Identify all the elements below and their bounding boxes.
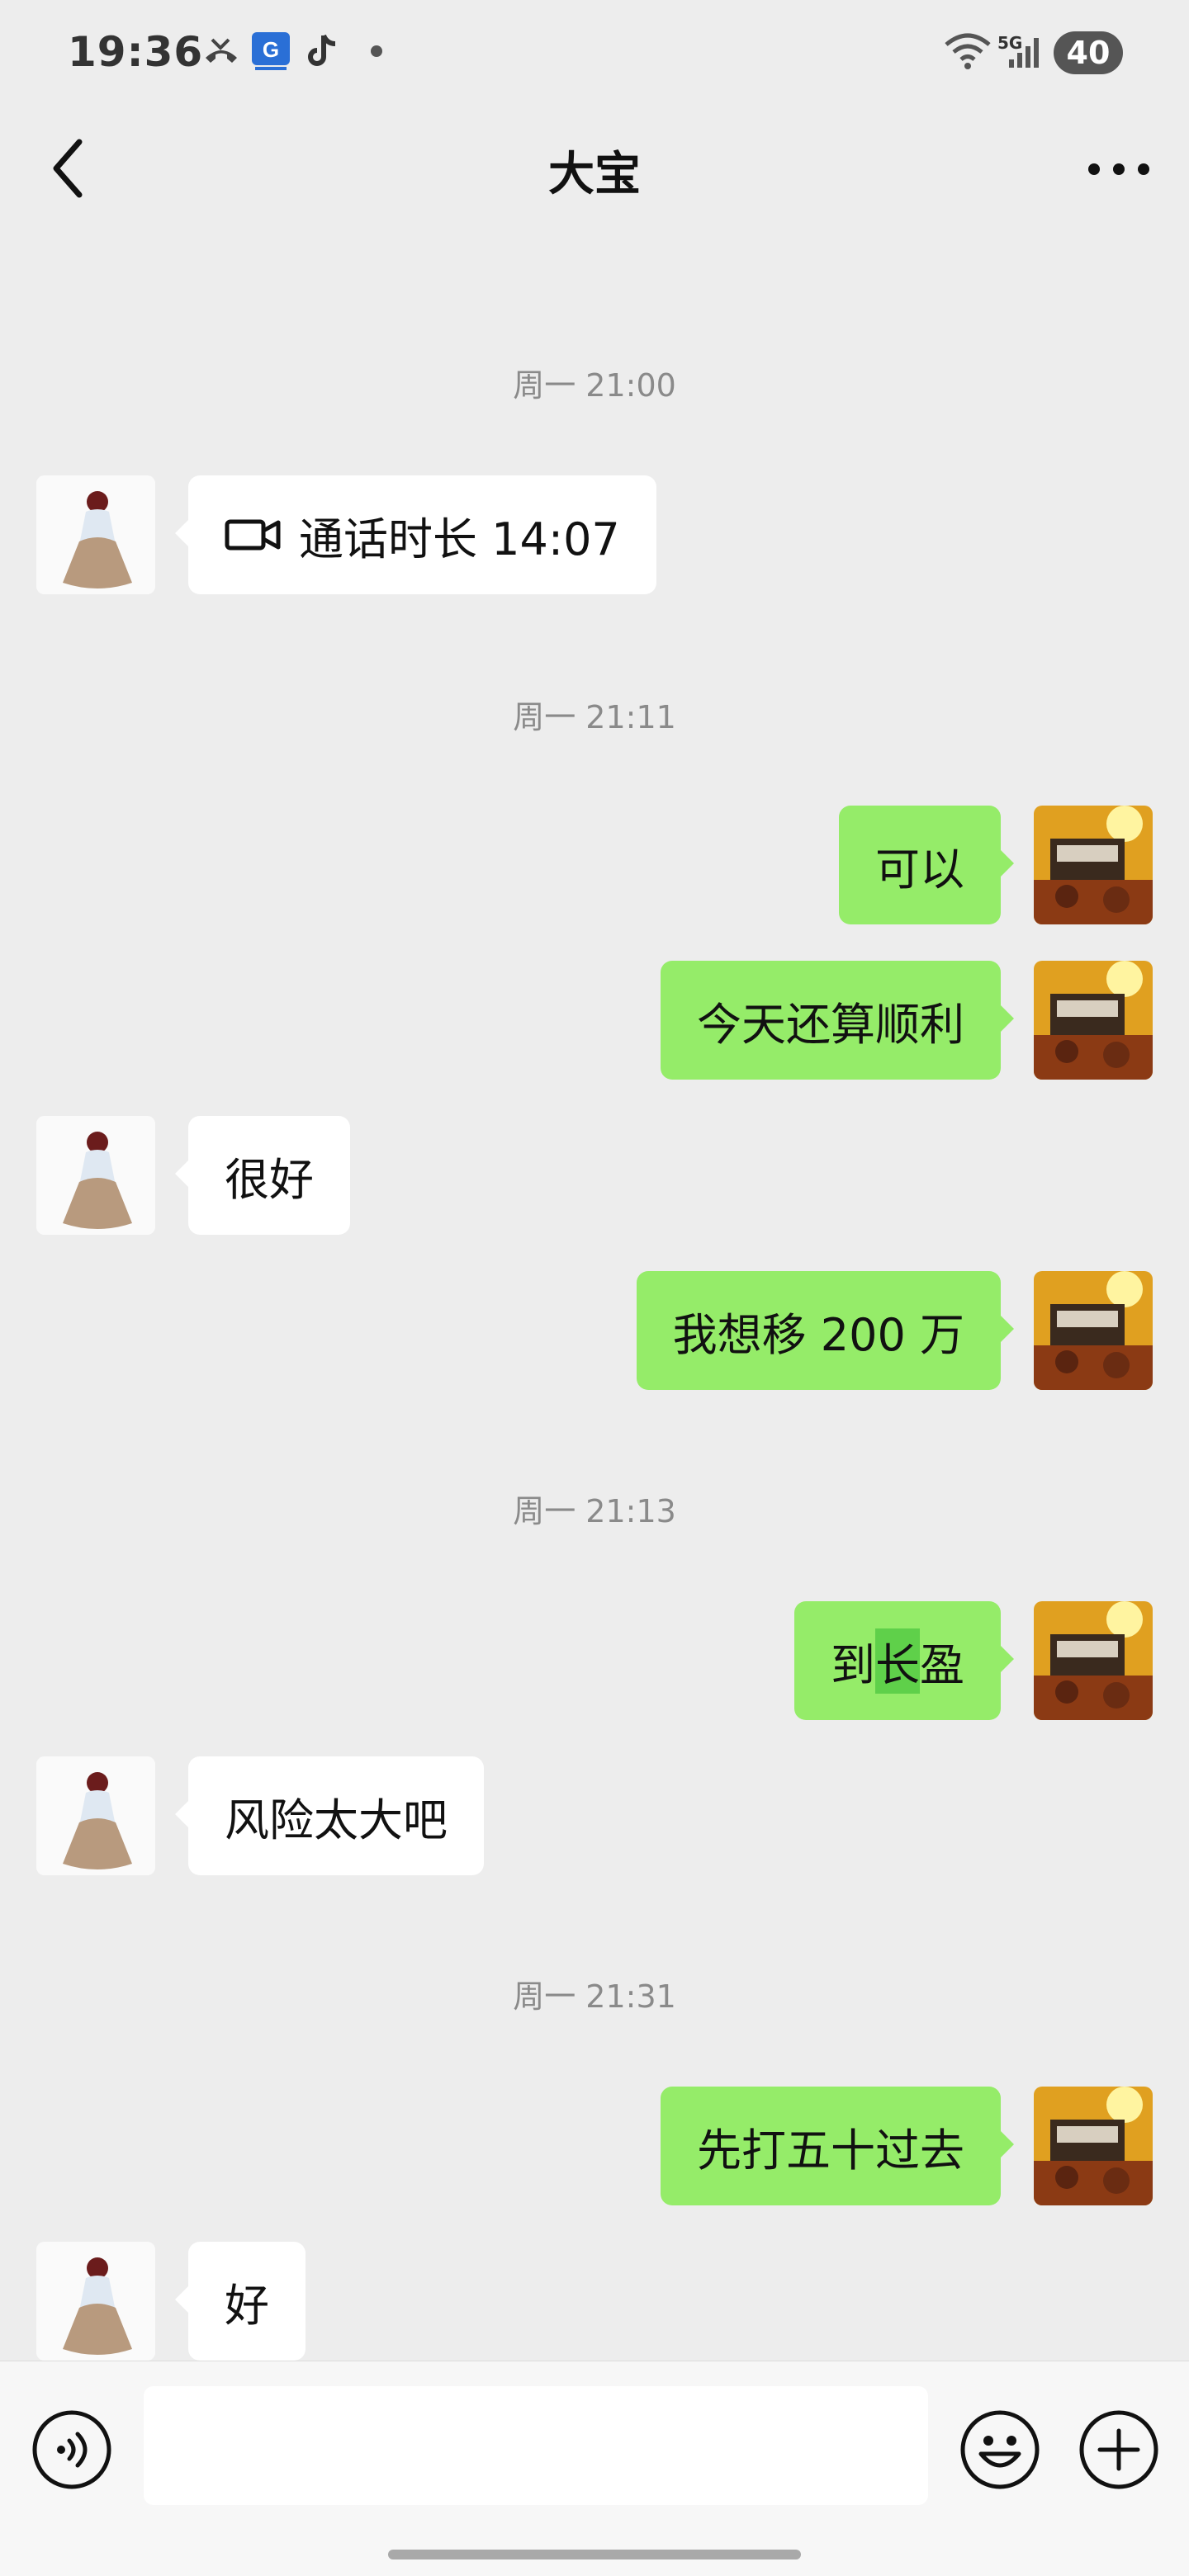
more-dots-icon [1088, 163, 1149, 175]
message-bubble[interactable]: 可以 [839, 806, 1014, 924]
selected-text-highlight[interactable]: 长 [875, 1628, 920, 1694]
app-notification-icon: G [249, 30, 292, 73]
chat-title: 大宝 [548, 148, 641, 201]
my-avatar[interactable] [1034, 1271, 1153, 1390]
message-bubble[interactable]: 我想移 200 万 [636, 1271, 1015, 1390]
contact-avatar[interactable] [36, 1756, 155, 1875]
status-time: 19:36 [68, 28, 204, 76]
contact-avatar[interactable] [36, 2242, 155, 2361]
emoji-button[interactable] [959, 2409, 1040, 2490]
my-avatar[interactable] [1034, 806, 1153, 924]
signal-icon [1006, 30, 1047, 73]
plus-icon [1079, 2410, 1158, 2489]
contact-avatar[interactable] [36, 475, 155, 594]
call-record-bubble[interactable]: 通话时长 14:07 [175, 475, 656, 594]
message-bubble[interactable]: 好 [175, 2242, 306, 2361]
contact-avatar[interactable] [36, 1116, 155, 1235]
wifi-icon [941, 30, 994, 73]
message-bubble[interactable]: 先打五十过去 [661, 2087, 1014, 2205]
call-duration-text: 通话时长 14:07 [299, 513, 620, 565]
message-timestamp: 周一 21:11 [513, 699, 676, 735]
home-indicator[interactable] [388, 2550, 801, 2559]
message-bubble[interactable]: 今天还算顺利 [661, 961, 1014, 1080]
my-avatar[interactable] [1034, 1601, 1153, 1720]
chat-header: 大宝 [0, 107, 1189, 231]
dot-icon [368, 30, 385, 73]
message-list[interactable]: 周一 21:00 通话时长 14:07 周一 21:11 可以 今天还算顺利 很… [0, 231, 1189, 2361]
video-call-icon [225, 519, 281, 551]
message-bubble[interactable]: 风险太大吧 [175, 1756, 484, 1875]
message-text-part: 盈 [920, 1638, 964, 1691]
my-avatar[interactable] [1034, 2087, 1153, 2205]
battery-indicator: 40 [1054, 31, 1123, 74]
message-text-part: 到 [831, 1638, 875, 1691]
input-bar [0, 2361, 1189, 2576]
more-button[interactable] [1082, 140, 1156, 198]
message-timestamp: 周一 21:00 [513, 367, 676, 404]
svg-text:G: G [263, 37, 279, 62]
tiktok-icon [304, 30, 340, 73]
my-avatar[interactable] [1034, 961, 1153, 1080]
message-bubble[interactable]: 很好 [175, 1116, 350, 1235]
emoji-icon [960, 2410, 1040, 2489]
more-functions-button[interactable] [1078, 2409, 1159, 2490]
message-timestamp: 周一 21:13 [513, 1493, 676, 1529]
message-input[interactable] [144, 2386, 928, 2505]
missed-call-icon [198, 30, 244, 73]
message-timestamp: 周一 21:31 [513, 1978, 676, 2015]
message-bubble[interactable]: 到长盈 [794, 1601, 1014, 1720]
voice-icon [32, 2410, 111, 2489]
voice-input-button[interactable] [31, 2409, 112, 2490]
status-bar: 19:36 G 5G 40 [0, 0, 1189, 107]
